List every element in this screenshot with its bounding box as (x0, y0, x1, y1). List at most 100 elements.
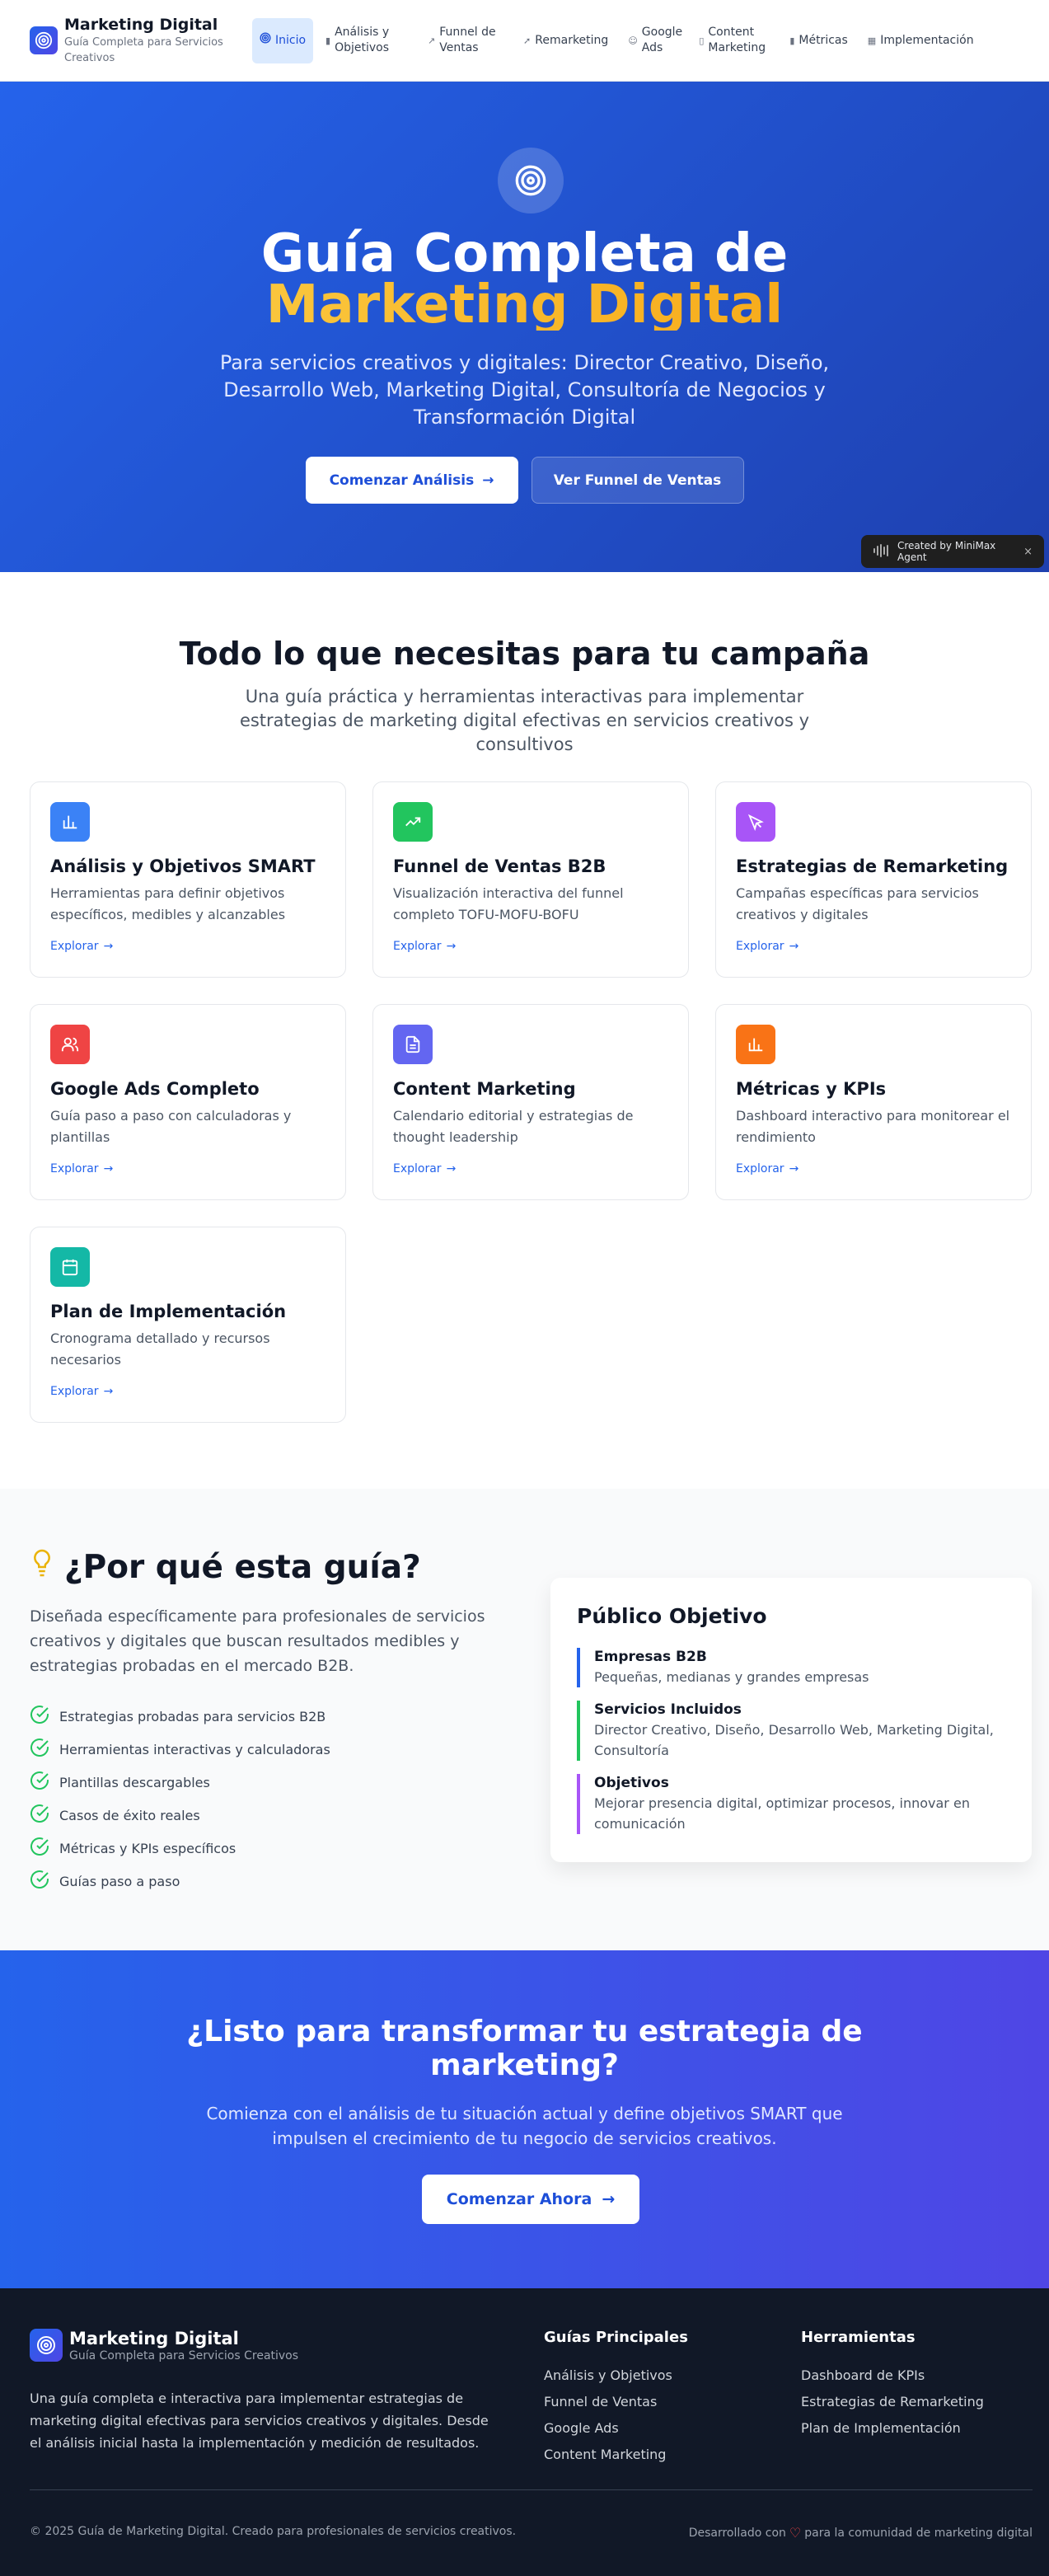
card-description: Herramientas para definir objetivos espe… (50, 885, 286, 922)
card-description: Guía paso a paso con calculadoras y plan… (50, 1108, 292, 1145)
nav-item-remarketing[interactable]: ➚ Remarketing (516, 26, 616, 55)
heart-icon: ♡ (789, 2525, 802, 2541)
audience-item-title: Servicios Incluidos (594, 1701, 742, 1718)
list-item: Casos de éxito reales (30, 1799, 330, 1832)
list-item: Estrategias probadas para servicios B2B (30, 1700, 330, 1733)
footer-column-title: Herramientas (801, 2329, 916, 2346)
start-analysis-button[interactable]: Comenzar Análisis → (305, 457, 518, 504)
footer-link[interactable]: Análisis y Objetivos (544, 2363, 688, 2389)
footer-link[interactable]: Estrategias de Remarketing (801, 2389, 984, 2415)
card-description: Calendario editorial y estrategias de th… (393, 1108, 634, 1145)
brand-title: Marketing Digital (64, 16, 218, 34)
explore-link[interactable]: Explorar → (393, 1162, 668, 1175)
footer-column-title: Guías Principales (544, 2329, 688, 2346)
audience-item-description: Director Creativo, Diseño, Desarrollo We… (594, 1722, 994, 1758)
hero-title-line2: Marketing Digital (0, 279, 1049, 331)
copyright: © 2025 Guía de Marketing Digital. Creado… (30, 2525, 517, 2538)
nav-item-content[interactable]: ▯ Content Marketing (691, 18, 777, 63)
feature-card-metricas[interactable]: Métricas y KPIs Dashboard interactivo pa… (715, 1004, 1032, 1200)
footer-link[interactable]: Funnel de Ventas (544, 2389, 688, 2415)
nav-item-inicio[interactable]: Inicio (252, 17, 314, 63)
why-section: ¿Por qué esta guía? Diseñada específicam… (0, 1489, 1049, 1950)
benefit-text: Estrategias probadas para servicios B2B (59, 1708, 326, 1724)
feature-card-content[interactable]: Content Marketing Calendario editorial y… (372, 1004, 689, 1200)
footer-link[interactable]: Plan de Implementación (801, 2415, 984, 2442)
nav-item-metricas[interactable]: ▮ Métricas (782, 26, 855, 55)
button-label: Ver Funnel de Ventas (553, 472, 722, 489)
view-funnel-button[interactable]: Ver Funnel de Ventas (531, 457, 744, 504)
minimax-badge[interactable]: Created by MiniMax Agent × (861, 535, 1044, 568)
link-label: Explorar (393, 940, 442, 953)
card-description: Visualización interactiva del funnel com… (393, 885, 624, 922)
nav-label: Implementación (880, 33, 974, 47)
nav-item-google-ads[interactable]: ☺ Google Ads (621, 18, 686, 63)
target-icon (30, 2329, 63, 2362)
feature-card-google-ads[interactable]: Google Ads Completo Guía paso a paso con… (30, 1004, 346, 1200)
hero-buttons: Comenzar Análisis → Ver Funnel de Ventas (0, 457, 1049, 504)
start-now-button[interactable]: Comenzar Ahora → (422, 2175, 639, 2224)
file-text-icon (393, 1025, 433, 1064)
feature-card-implementacion[interactable]: Plan de Implementación Cronograma detall… (30, 1227, 346, 1423)
footer-link[interactable]: Dashboard de KPIs (801, 2363, 984, 2389)
features-title: Todo lo que necesitas para tu campaña (179, 636, 870, 672)
card-title: Funnel de Ventas B2B (393, 856, 606, 876)
nav-label: Métricas (798, 33, 848, 47)
brand[interactable]: Marketing Digital Guía Completa para Ser… (30, 15, 246, 66)
top-navbar: Marketing Digital Guía Completa para Ser… (0, 0, 1049, 82)
footer-description: Una guía completa e interactiva para imp… (30, 2391, 489, 2451)
card-description: Campañas específicas para servicios crea… (736, 885, 979, 922)
explore-link[interactable]: Explorar → (736, 1162, 1011, 1175)
nav-item-analisis[interactable]: ▮ Análisis y Objetivos (318, 18, 415, 63)
arrow-right-icon: → (103, 1162, 114, 1175)
card-description: Dashboard interactivo para monitorear el… (736, 1108, 1010, 1145)
cursor-icon (736, 802, 775, 842)
cursor-icon: ➚ (523, 35, 532, 46)
button-label: Comenzar Ahora (446, 2190, 592, 2208)
bar-chart-icon (50, 802, 90, 842)
nav-label: Funnel de Ventas (439, 26, 496, 54)
calendar-icon (50, 1247, 90, 1287)
why-description: Diseñada específicamente para profesiona… (30, 1607, 485, 1675)
explore-link[interactable]: Explorar → (50, 1385, 325, 1398)
footer-brand: Marketing Digital Guía Completa para Ser… (30, 2328, 298, 2363)
bar-chart-icon (736, 1025, 775, 1064)
explore-link[interactable]: Explorar → (50, 940, 325, 953)
audience-item-title: Objetivos (594, 1775, 669, 1791)
benefit-text: Casos de éxito reales (59, 1807, 200, 1823)
close-icon[interactable]: × (1023, 546, 1033, 558)
footer-guides-column: Guías Principales Análisis y Objetivos F… (544, 2328, 688, 2468)
link-label: Explorar (736, 1162, 784, 1175)
footer-divider (30, 2489, 1033, 2490)
card-title: Plan de Implementación (50, 1302, 287, 1321)
footer: Marketing Digital Guía Completa para Ser… (0, 2288, 1049, 2576)
explore-link[interactable]: Explorar → (393, 940, 668, 953)
hero-description: Para servicios creativos y digitales: Di… (219, 351, 830, 429)
trending-up-icon: ↗ (428, 35, 436, 46)
hero-section: Guía Completa de Marketing Digital Para … (0, 82, 1049, 572)
nav-item-implementacion[interactable]: ▦ Implementación (860, 26, 981, 55)
why-title-text: ¿Por qué esta guía? (64, 1548, 421, 1586)
card-title: Google Ads Completo (50, 1079, 260, 1099)
made-prefix: Desarrollado con (688, 2526, 786, 2540)
link-label: Explorar (50, 1385, 99, 1398)
nav-label: Content Marketing (708, 26, 766, 54)
nav-item-funnel[interactable]: ↗ Funnel de Ventas (420, 18, 511, 63)
card-description: Cronograma detallado y recursos necesari… (50, 1330, 270, 1368)
footer-link[interactable]: Google Ads (544, 2415, 688, 2442)
target-icon (260, 32, 271, 49)
nav-label: Inicio (275, 33, 307, 47)
explore-link[interactable]: Explorar → (50, 1162, 325, 1175)
feature-card-funnel[interactable]: Funnel de Ventas B2B Visualización inter… (372, 781, 689, 978)
made-suffix: para la comunidad de marketing digital (804, 2526, 1033, 2540)
users-icon: ☺ (628, 35, 638, 46)
link-label: Explorar (393, 1162, 442, 1175)
explore-link[interactable]: Explorar → (736, 940, 1011, 953)
bar-chart-icon: ▮ (789, 35, 795, 46)
feature-card-remarketing[interactable]: Estrategias de Remarketing Campañas espe… (715, 781, 1032, 978)
footer-link[interactable]: Content Marketing (544, 2442, 688, 2468)
list-item: Guías paso a paso (30, 1865, 330, 1898)
users-icon (50, 1025, 90, 1064)
feature-card-analisis[interactable]: Análisis y Objetivos SMART Herramientas … (30, 781, 346, 978)
card-title: Métricas y KPIs (736, 1079, 887, 1099)
link-label: Explorar (736, 940, 784, 953)
